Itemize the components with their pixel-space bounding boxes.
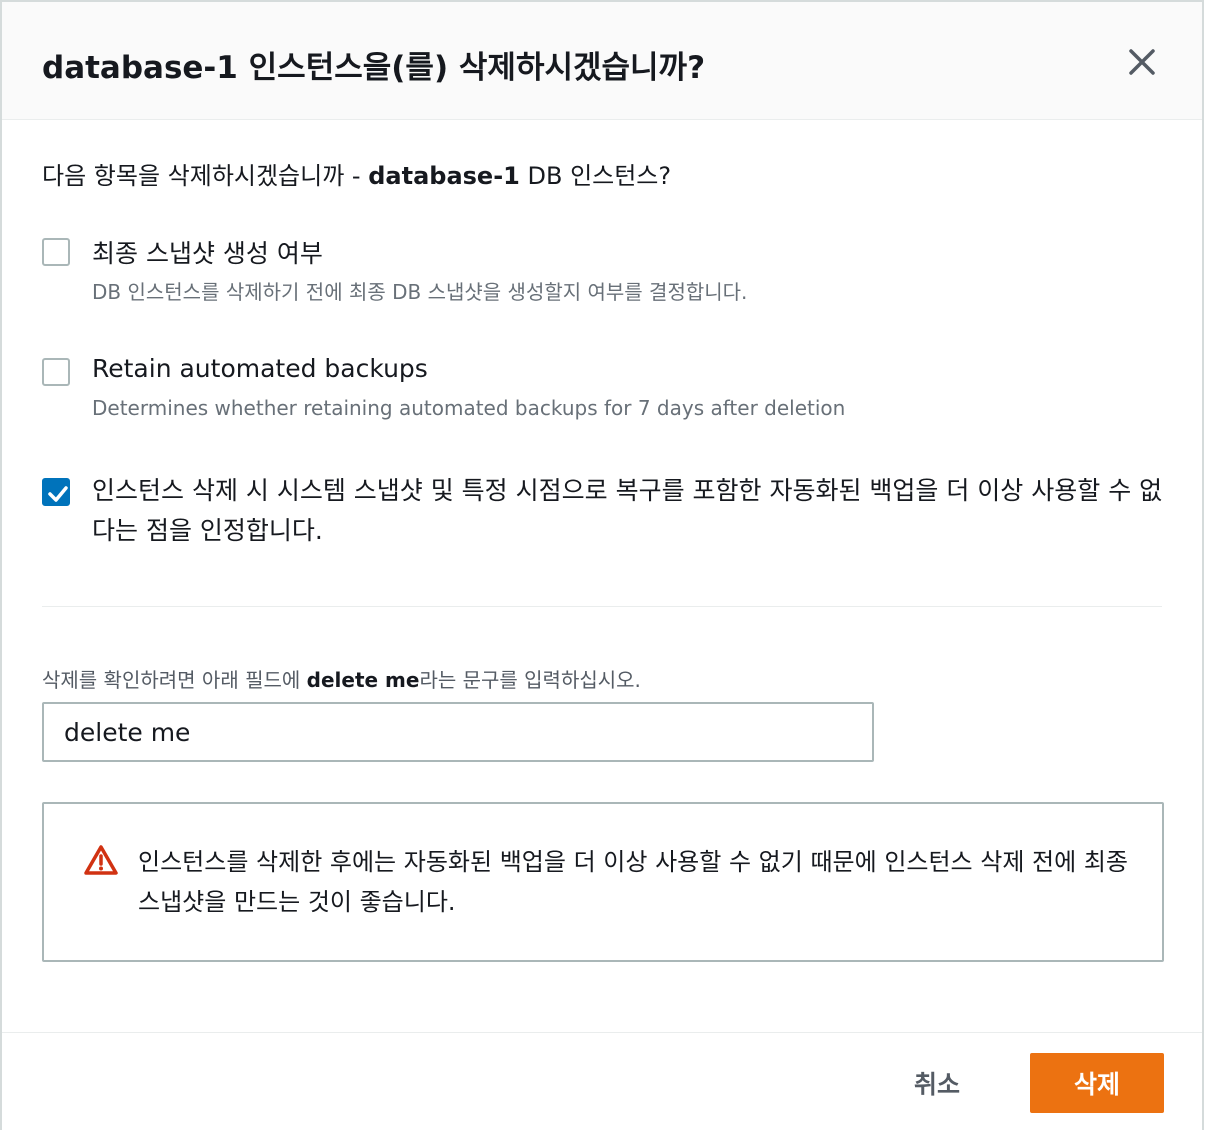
instance-name: database-1 — [368, 162, 520, 190]
divider — [42, 606, 1162, 607]
confirm-instructions: 삭제를 확인하려면 아래 필드에 delete me라는 문구를 입력하십시오. — [42, 668, 641, 692]
acknowledge-checkbox[interactable] — [42, 478, 70, 506]
checkmark-icon — [48, 486, 68, 502]
final-snapshot-label: 최종 스냅샷 생성 여부 — [92, 239, 323, 268]
delete-button[interactable]: 삭제 — [1030, 1053, 1164, 1113]
cancel-button[interactable]: 취소 — [882, 1053, 992, 1113]
retain-backups-checkbox[interactable] — [42, 358, 70, 386]
dialog-title: database-1 인스턴스을(를) 삭제하시겠습니까? — [42, 50, 706, 86]
final-snapshot-description: DB 인스턴스를 삭제하기 전에 최종 DB 스냅샷을 생성할지 여부를 결정합… — [92, 280, 748, 304]
dialog-footer: 취소 삭제 — [2, 1032, 1202, 1132]
delete-question: 다음 항목을 삭제하시겠습니까 - database-1 DB 인스턴스? — [42, 162, 672, 190]
warning-icon — [84, 845, 118, 875]
close-button[interactable] — [1120, 40, 1164, 84]
final-snapshot-checkbox[interactable] — [42, 238, 70, 266]
retain-backups-description: Determines whether retaining automated b… — [92, 396, 846, 420]
warning-alert: 인스턴스를 삭제한 후에는 자동화된 백업을 더 이상 사용할 수 없기 때문에… — [42, 802, 1164, 962]
dialog-header: database-1 인스턴스을(를) 삭제하시겠습니까? — [2, 2, 1202, 120]
close-icon — [1129, 49, 1155, 75]
retain-backups-label: Retain automated backups — [92, 354, 428, 383]
confirm-delete-input[interactable] — [42, 702, 874, 762]
warning-text: 인스턴스를 삭제한 후에는 자동화된 백업을 더 이상 사용할 수 없기 때문에… — [138, 848, 1129, 916]
delete-instance-dialog: database-1 인스턴스을(를) 삭제하시겠습니까? 다음 항목을 삭제하… — [0, 0, 1204, 1130]
acknowledge-label: 인스턴스 삭제 시 시스템 스냅샷 및 특정 시점으로 복구를 포함한 자동화된… — [92, 476, 1163, 545]
confirm-phrase: delete me — [306, 668, 420, 692]
